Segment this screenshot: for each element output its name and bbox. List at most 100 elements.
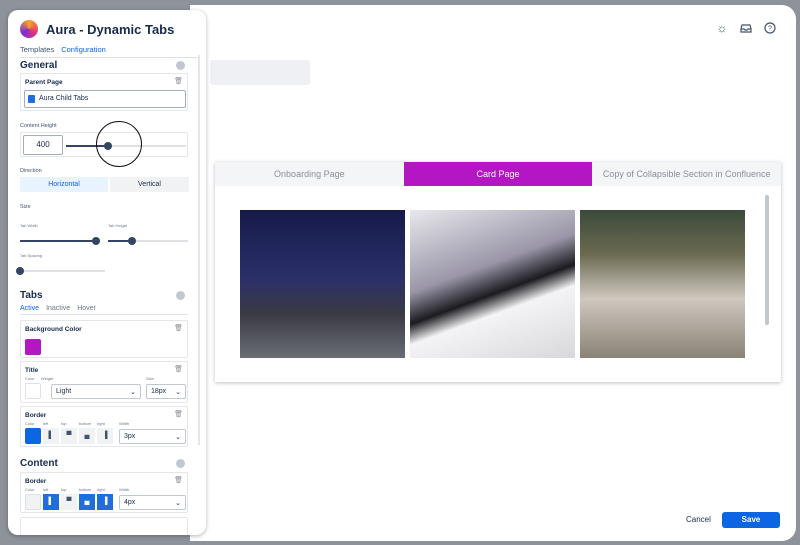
parent-page-label: Parent Page [25,79,63,86]
parent-page-value: Aura Child Tabs [39,95,89,102]
trash-icon[interactable]: 🗑 [174,476,183,484]
top-label: top [61,487,67,492]
color-label: Color [25,421,35,426]
inbox-icon[interactable] [740,22,752,34]
sidebar-scrollbar[interactable] [198,55,200,445]
width-label: Width [119,487,130,492]
aura-logo [20,20,38,38]
left-label: left [43,487,49,492]
bottom-label: bottom [79,487,92,492]
bg-color-box: Background Color 🗑 [20,320,188,358]
border-top-icon[interactable]: ▀ [61,494,77,510]
chevron-down-icon: ⌄ [175,434,181,441]
chevron-down-icon: ⌄ [130,389,136,396]
tab-width-slider[interactable] [20,237,100,245]
chevron-down-icon: ⌄ [175,500,181,507]
group-photo [580,210,745,358]
right-label: right [97,421,105,426]
preview-tab-onboarding[interactable]: Onboarding Page [215,162,404,186]
border-top-icon[interactable]: ▀ [61,428,77,444]
content-heading: Content [20,458,58,469]
border-label: Border [25,478,47,485]
bg-color-label: Background Color [25,326,82,333]
bottom-label: bottom [79,421,92,426]
app-phone-photo [410,210,575,358]
chevron-down-icon: ⌄ [175,389,181,396]
left-label: left [43,421,49,426]
trash-icon[interactable]: 🗑 [174,77,183,85]
right-label: right [97,487,105,492]
trash-icon[interactable]: 🗑 [174,324,183,332]
color-label: Color [25,376,35,381]
cancel-button[interactable]: Cancel [686,515,711,524]
svg-text:?: ? [768,26,772,33]
border-width-select[interactable]: 3px ⌄ [119,429,186,444]
trash-icon[interactable]: 🗑 [174,365,183,373]
trash-icon[interactable]: 🗑 [174,410,183,418]
state-active[interactable]: Active [20,305,39,312]
bg-color-swatch[interactable] [25,339,41,355]
content-border-width-select[interactable]: 4px ⌄ [119,495,186,510]
title-box: Title 🗑 Color Weight Size Light ⌄ 18px ⌄ [20,361,188,403]
border-label: Border [25,412,47,419]
direction-horizontal[interactable]: Horizontal [20,177,108,192]
general-heading: General [20,60,58,71]
content-height-label: Content Height [20,123,57,129]
collapse-tabs-icon[interactable] [176,291,185,300]
border-right-icon[interactable]: ▐ [97,428,113,444]
collapse-content-icon[interactable] [176,459,185,468]
tab-configuration[interactable]: Configuration [61,45,106,54]
padding-box [20,517,188,535]
tab-spacing-slider[interactable] [16,267,105,275]
config-sidebar: Aura - Dynamic Tabs Templates Configurat… [8,10,206,535]
title-label: Title [25,367,39,374]
tab-templates[interactable]: Templates [20,45,54,54]
team-photo [240,210,405,358]
state-inactive[interactable]: Inactive [46,305,70,312]
parent-page-box: Parent Page 🗑 Aura Child Tabs [20,73,188,111]
border-right-icon[interactable]: ▐ [97,494,113,510]
click-indicator [96,121,142,167]
content-height-input[interactable]: 400 [23,135,63,155]
page-icon [28,95,35,103]
state-hover[interactable]: Hover [77,305,96,312]
size-label: Size [20,204,31,210]
tab-width-label: Tab Width [20,223,38,228]
save-button[interactable]: Save [722,512,780,528]
direction-label: Direction [20,168,42,174]
border-left-icon[interactable]: ▌ [43,428,59,444]
size-select[interactable]: 18px ⌄ [146,384,186,399]
collapse-general-icon[interactable] [176,61,185,70]
help-icon[interactable]: ? [764,22,776,34]
sidebar-tabs: Templates Configuration [20,45,198,58]
preview-tab-card[interactable]: Card Page [403,162,593,186]
tab-border-box: Border 🗑 Color left top bottom right Wid… [20,406,188,447]
direction-vertical[interactable]: Vertical [110,177,189,192]
tab-spacing-label: Tab Spacing [20,253,43,258]
top-label: top [61,421,67,426]
weight-select[interactable]: Light ⌄ [51,384,141,399]
border-color-swatch[interactable] [25,428,41,444]
tabs-heading: Tabs [20,290,43,301]
width-label: Width [119,421,130,426]
tab-state-tabs: Active Inactive Hover [20,305,188,315]
size-label: Size [146,376,154,381]
color-label: Color [25,487,35,492]
tab-height-label: Tab Height [108,223,128,228]
border-bottom-icon[interactable]: ▄ [79,428,95,444]
app-title: Aura - Dynamic Tabs [46,22,175,37]
top-icons: ☼ ? [716,22,776,34]
border-left-icon[interactable]: ▌ [43,494,59,510]
preview-tab-collapsible[interactable]: Copy of Collapsible Section in Confluenc… [592,162,781,186]
tabs-preview: Onboarding Page Card Page Copy of Collap… [215,162,781,382]
scrollbar[interactable] [765,195,769,325]
parent-page-input[interactable]: Aura Child Tabs [24,90,186,108]
border-bottom-icon[interactable]: ▄ [79,494,95,510]
title-color-swatch[interactable] [25,383,41,399]
content-height-row: 400 [20,121,188,167]
sun-icon[interactable]: ☼ [716,22,728,34]
tab-height-slider[interactable] [108,237,188,245]
content-border-color-swatch[interactable] [25,494,41,510]
content-border-box: Border 🗑 Color left top bottom right Wid… [20,472,188,513]
weight-label: Weight [41,376,54,381]
